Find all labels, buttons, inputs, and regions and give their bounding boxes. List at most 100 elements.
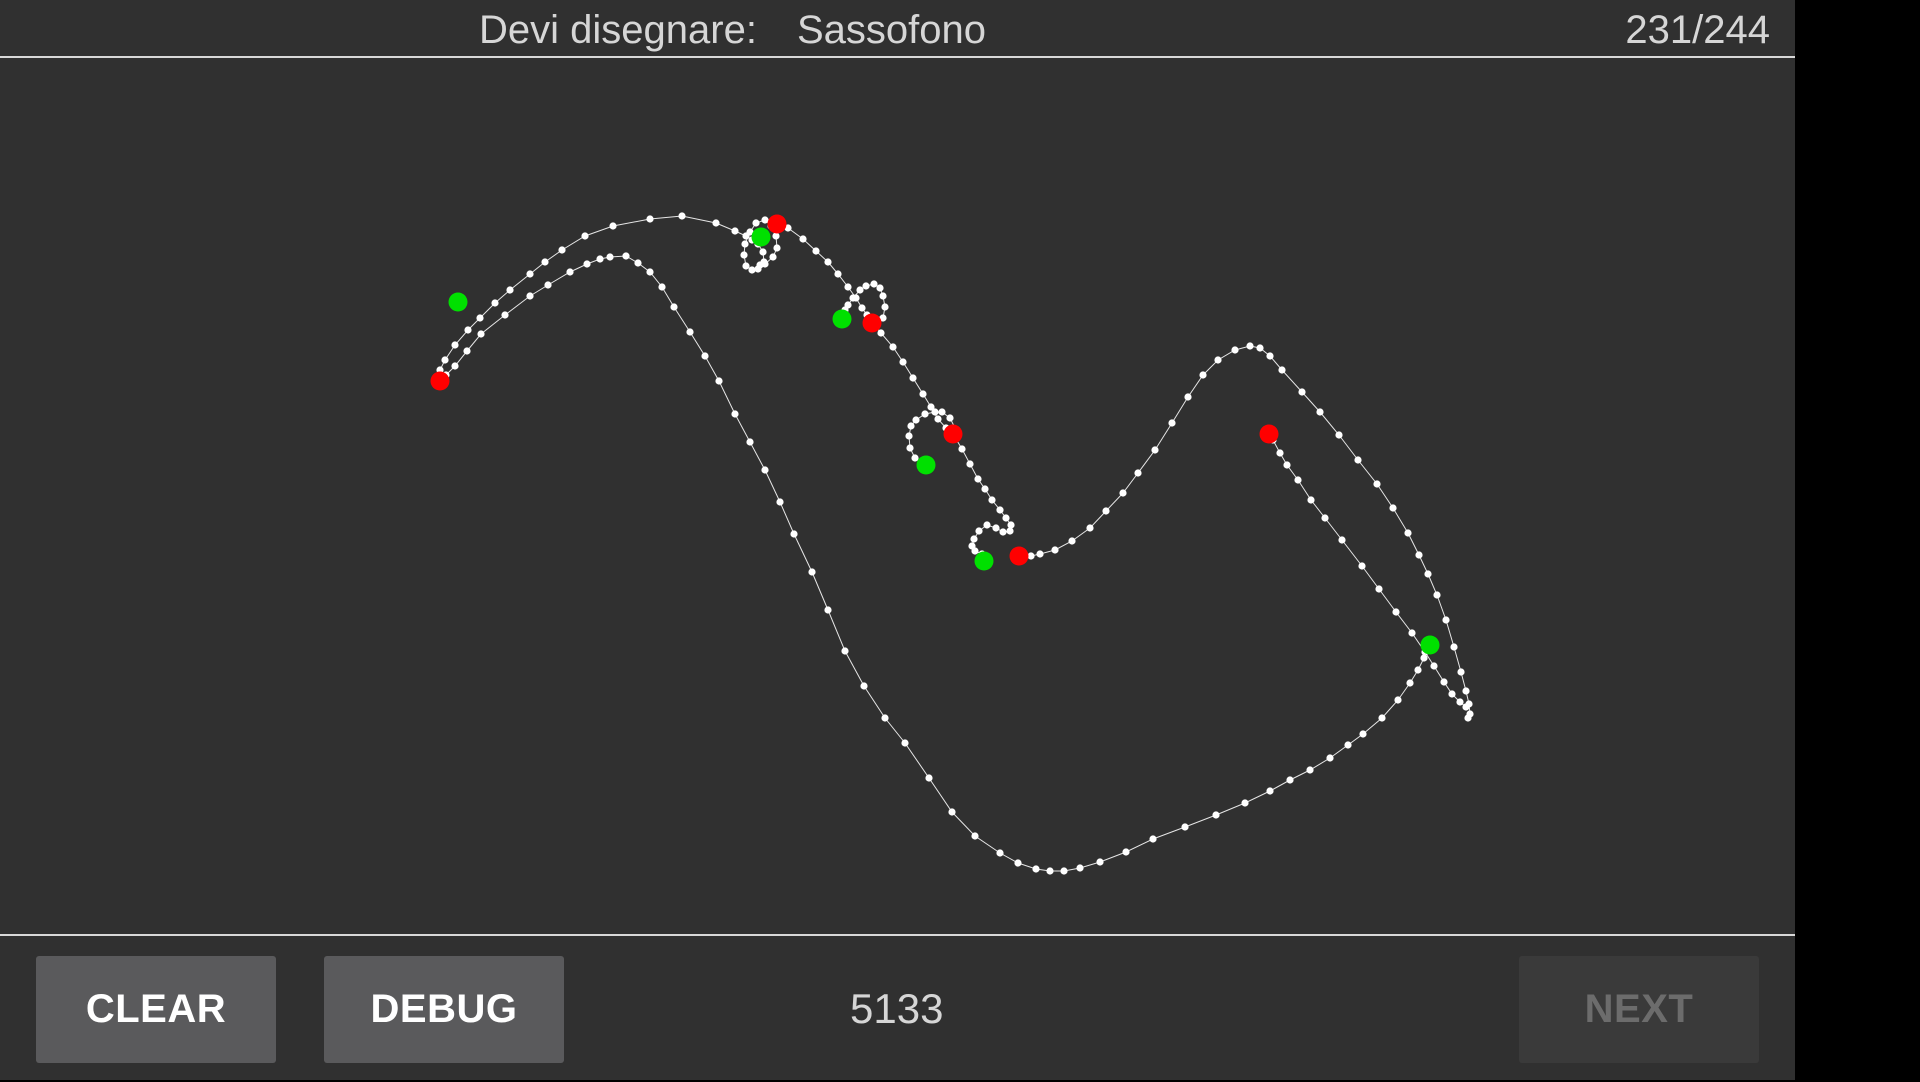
stroke-start-marker [974,551,994,571]
stroke-point [1456,698,1464,706]
stroke-point [1266,787,1274,795]
stroke-point [971,547,979,555]
stroke-point [1199,371,1207,379]
stroke-point [905,432,913,440]
stroke-point [1415,551,1423,559]
stroke-point [1086,524,1094,532]
stroke-line [779,221,886,321]
stroke-point [1307,496,1315,504]
stroke-point [701,352,709,360]
stroke-point [1392,608,1400,616]
stroke-point [1151,446,1159,454]
stroke-point [606,253,614,261]
stroke-point [1002,514,1010,522]
drawing-app: Devi disegnare: Sassofono 231/244 CLEAR … [0,0,1795,1080]
stroke-point [1450,643,1458,651]
stroke-point [622,252,630,260]
stroke-point [870,280,878,288]
stroke-point [844,283,852,291]
stroke-point [996,849,1004,857]
stroke-point [1068,537,1076,545]
stroke-point [746,438,754,446]
stroke-point [609,222,617,230]
stroke-point [477,330,485,338]
stroke-point [759,248,767,256]
stroke-point [958,445,966,453]
stroke-point [1060,867,1068,875]
stroke-point [1414,666,1422,674]
stroke-point [919,390,927,398]
stroke-point [1420,654,1428,662]
stroke-point [1051,546,1059,554]
stroke-point [1006,527,1014,535]
stroke-point [790,530,798,538]
stroke-point [799,235,807,243]
stroke-point [715,377,723,385]
stroke-point [731,410,739,418]
stroke-point [1440,678,1448,686]
stroke-point [441,356,449,364]
stroke-point [634,259,642,267]
stroke-point [911,454,919,462]
stroke-point [526,292,534,300]
stroke-point [526,270,534,278]
stroke-point [544,281,552,289]
header-bar: Devi disegnare: Sassofono 231/244 [0,0,1795,58]
stroke-point [931,408,939,416]
stroke-end-marker [862,313,882,333]
stroke-start-marker [751,227,771,247]
stroke-point [464,326,472,334]
stroke-point [1184,393,1192,401]
stroke-point [740,251,748,259]
stroke-point [921,410,929,418]
stroke-point [1122,848,1130,856]
stroke-point [558,246,566,254]
stroke-point [1408,629,1416,637]
stroke-point [824,258,832,266]
stroke-point [1134,469,1142,477]
stroke-point [858,304,866,312]
stroke-point [761,466,769,474]
stroke-start-marker [916,455,936,475]
stroke-point [1266,352,1274,360]
stroke-point [1394,696,1402,704]
stroke-point [1448,690,1456,698]
drawing-canvas[interactable] [0,58,1795,934]
stroke-point [1276,449,1284,457]
stroke-point [1102,507,1110,515]
stroke-point [451,341,459,349]
stroke-point [752,219,760,227]
stroke-point [834,270,842,278]
stroke-point [877,329,885,337]
stroke-point [581,232,589,240]
stroke-point [1214,356,1222,364]
stroke-point [999,528,1007,536]
stroke-line [445,255,1430,872]
stroke-point [881,714,889,722]
stroke-point [901,739,909,747]
debug-button[interactable]: DEBUG [324,956,564,1063]
stroke-point [996,506,1004,514]
next-button[interactable]: NEXT [1519,956,1759,1063]
clear-button[interactable]: CLEAR [36,956,276,1063]
stroke-point [975,527,983,535]
stroke-point [983,521,991,529]
stroke-start-marker [448,292,468,312]
stroke-point [566,268,574,276]
stroke-point [824,606,832,614]
stroke-point [756,261,764,269]
stroke-point [1014,859,1022,867]
stroke-point [1321,514,1329,522]
stroke-point [731,227,739,235]
stroke-point [1278,366,1286,374]
stroke-point [1424,570,1432,578]
stroke-line [439,215,778,371]
score-value: 5133 [850,985,944,1032]
stroke-point [463,347,471,355]
stroke-point [1462,703,1470,711]
stroke-point [841,647,849,655]
stroke-point [491,299,499,307]
stroke-point [1358,562,1366,570]
stroke-point [741,240,749,248]
stroke-point [1359,730,1367,738]
